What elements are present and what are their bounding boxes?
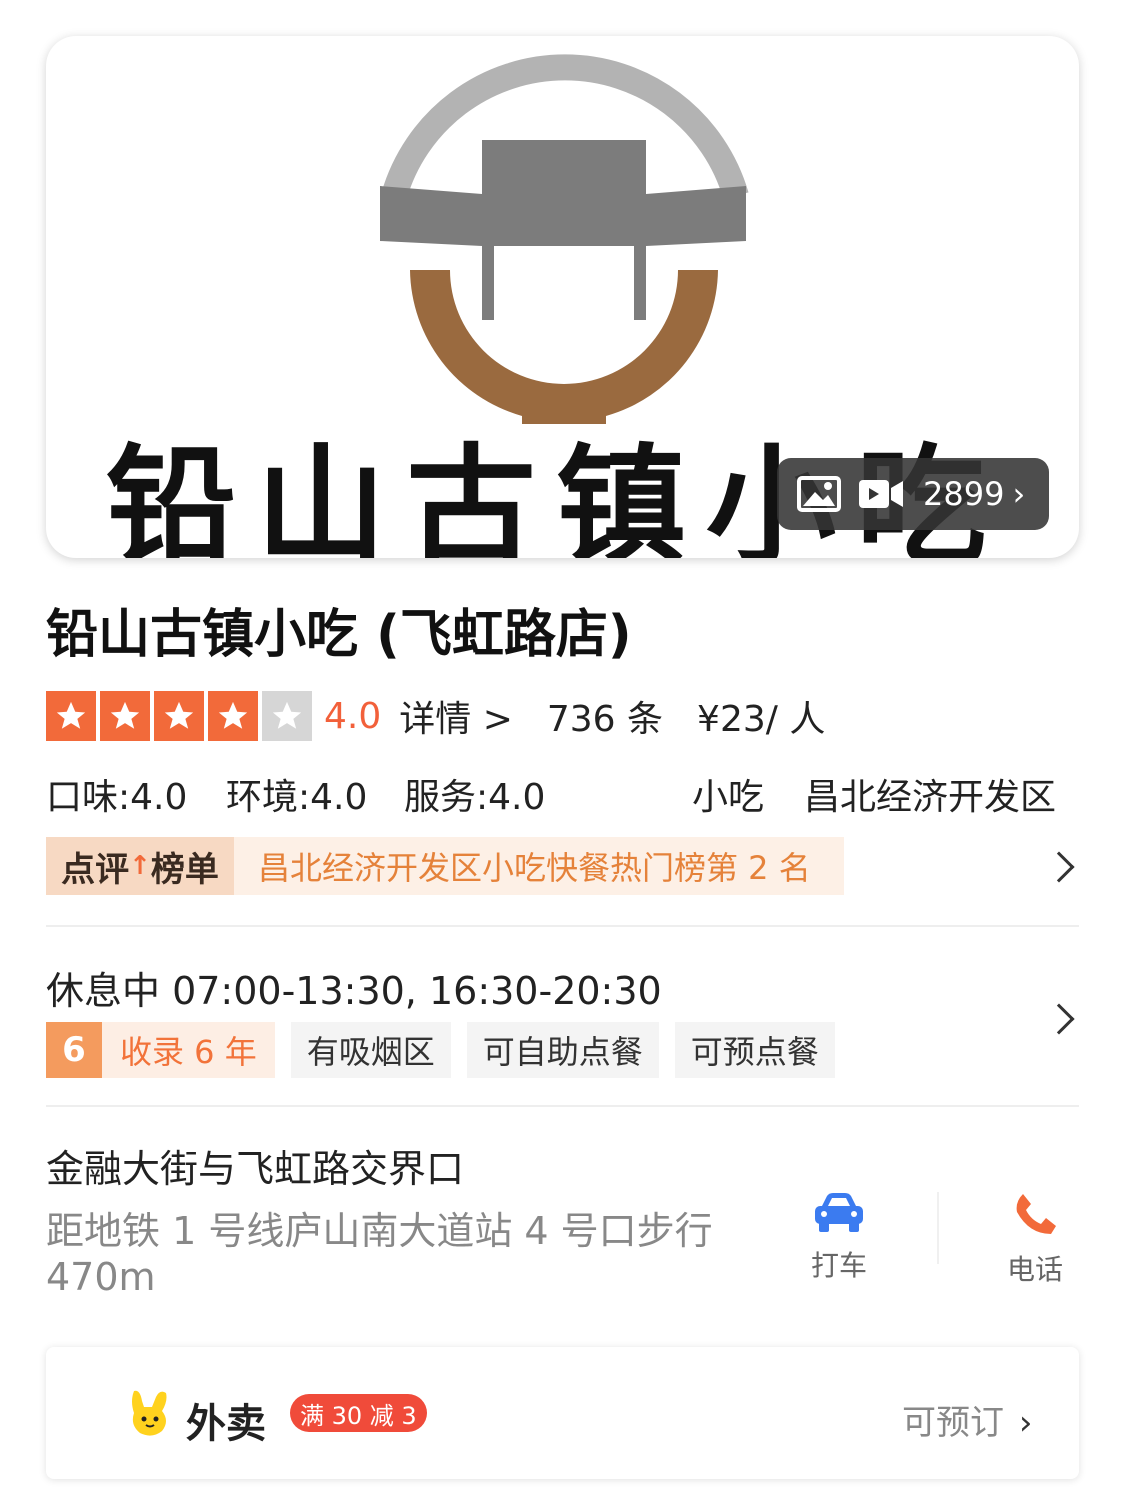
metro-distance: 距地铁 1 号线庐山南大道站 4 号口步行 470m [46, 1209, 713, 1299]
ranking-banner[interactable]: 点评 ↑ 榜单 昌北经济开发区小吃快餐热门榜第 2 名 [46, 837, 844, 895]
review-count[interactable]: 736 条 [547, 690, 663, 742]
taste-score: 口味:4.0 [46, 777, 188, 818]
star-icon [100, 691, 150, 741]
reserve-label: 可预订 [902, 1403, 1004, 1443]
media-count: 2899 [923, 475, 1005, 513]
ranking-tag: 点评 ↑ 榜单 [46, 837, 234, 895]
chevron-right-icon: › [1018, 1403, 1033, 1443]
divider [46, 925, 1079, 927]
years-number: 6 [46, 1022, 102, 1078]
environment-score: 环境:4.0 [226, 777, 368, 818]
divider [46, 1105, 1079, 1107]
district-label[interactable]: 昌北经济开发区 [804, 768, 1056, 820]
ranking-text: 昌北经济开发区小吃快餐热门榜第 2 名 [234, 837, 844, 895]
star-icon [46, 691, 96, 741]
takeout-mascot-icon [132, 1390, 167, 1436]
takeout-card[interactable]: 外卖 满 30 减 3 可预订 › [46, 1347, 1079, 1479]
opening-hours: 休息中 07:00-13:30, 16:30-20:30 [46, 969, 662, 1013]
reserve-link[interactable]: 可预订 › [902, 1395, 1032, 1444]
chevron-right-icon[interactable] [1043, 851, 1075, 883]
video-icon [859, 480, 903, 508]
photo-icon [797, 476, 841, 512]
service-score: 服务:4.0 [404, 777, 546, 818]
tag-chip: 可预点餐 [674, 1022, 835, 1078]
years-text: 收录 6 年 [102, 1022, 275, 1078]
taxi-button[interactable]: 打车 [779, 1190, 899, 1284]
divider [937, 1192, 939, 1264]
phone-icon [1016, 1194, 1056, 1234]
address[interactable]: 金融大街与飞虹路交界口 [46, 1138, 464, 1193]
category-label[interactable]: 小吃 [692, 768, 764, 820]
star-rating [46, 691, 312, 741]
ranking-tag-suffix: 榜单 [150, 849, 219, 890]
feature-tags: 6 收录 6 年 有吸烟区 可自助点餐 可预点餐 [46, 1022, 835, 1078]
media-count-badge[interactable]: 2899 › [777, 458, 1049, 530]
takeout-label: 外卖 [186, 1401, 266, 1447]
car-icon [815, 1193, 863, 1232]
taxi-label: 打车 [810, 1249, 867, 1282]
tag-chip: 有吸烟区 [290, 1022, 451, 1078]
shop-name: 铅山古镇小吃 (飞虹路店) [46, 605, 632, 665]
arrow-up-icon: ↑ [129, 851, 151, 881]
years-listed-badge: 6 收录 6 年 [46, 1022, 275, 1078]
chevron-right-icon[interactable] [1043, 1003, 1075, 1035]
tag-chip: 可自助点餐 [466, 1022, 659, 1078]
promo-badge: 满 30 减 3 [290, 1394, 427, 1432]
star-icon [208, 691, 258, 741]
avg-price: ¥23/ 人 [697, 699, 826, 740]
rating-details-link[interactable]: 详情 > [399, 690, 513, 742]
rating-score: 4.0 [324, 695, 382, 737]
phone-label: 电话 [1006, 1253, 1063, 1286]
chevron-right-icon: › [1012, 475, 1026, 513]
ranking-tag-prefix: 点评 [61, 849, 130, 890]
rating-row: 4.0 详情 > 736 条 ¥23/ 人 [46, 690, 825, 742]
phone-button[interactable]: 电话 [975, 1190, 1095, 1288]
star-icon [154, 691, 204, 741]
star-empty-icon [262, 691, 312, 741]
shop-photo-card[interactable]: 铅山古镇小吃 2899 › [46, 36, 1079, 558]
